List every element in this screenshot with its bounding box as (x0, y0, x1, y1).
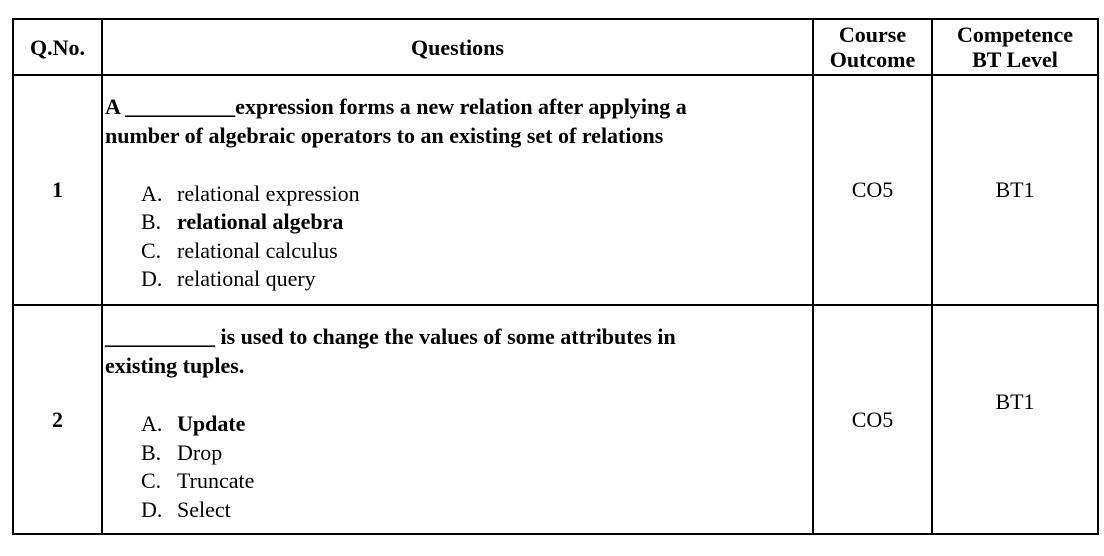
question-cell: __________ is used to change the values … (101, 304, 814, 535)
option-text: Drop (177, 439, 223, 465)
question-number: 2 (12, 304, 103, 535)
option-letter: B. (141, 439, 162, 465)
option-b: B. relational algebra (141, 208, 812, 237)
option-letter: D. (141, 266, 163, 291)
header-qno: Q.No. (12, 18, 103, 76)
course-outcome-value: CO5 (851, 406, 894, 432)
question-row: 1 A __________expression forms a new rel… (12, 74, 1099, 306)
question-stem-line: A __________expression forms a new relat… (105, 93, 687, 119)
header-bt-level: Competence BT Level (931, 18, 1099, 76)
option-text: Update (177, 411, 246, 436)
question-cell: A __________expression forms a new relat… (101, 74, 814, 306)
option-a: A. Update (141, 410, 812, 439)
option-b: B. Drop (141, 439, 812, 468)
option-text: relational calculus (177, 237, 338, 263)
option-text: relational algebra (177, 209, 344, 234)
header-course-outcome: Course Outcome (812, 18, 933, 76)
question-stem: __________ is used to change the values … (105, 322, 812, 380)
bt-level: BT1 (931, 74, 1099, 306)
options-list: A. relational expression B. relational alg… (141, 180, 812, 294)
option-letter: C. (141, 237, 162, 263)
option-letter: A. (141, 411, 163, 436)
header-bt-line2: BT Level (972, 47, 1058, 72)
option-c: C. Truncate (141, 467, 812, 496)
question-row: 2 __________ is used to change the value… (12, 304, 1099, 535)
question-stem-line: number of algebraic operators to an exis… (105, 122, 664, 148)
course-outcome: CO5 (812, 304, 933, 535)
option-letter: A. (141, 180, 163, 206)
options-list: A. Update B. Drop C. Truncate D. Select (141, 410, 812, 524)
header-bt-line1: Competence (956, 22, 1074, 47)
option-letter: D. (141, 496, 163, 522)
question-stem: A __________expression forms a new relat… (105, 92, 812, 150)
question-stem-line: __________ is used to change the values … (105, 324, 676, 349)
question-number: 1 (12, 74, 103, 306)
option-letter: B. (141, 209, 162, 234)
option-text: Select (177, 496, 231, 522)
bt-level: BT1 (931, 304, 1099, 535)
option-a: A. relational expression (141, 180, 812, 209)
option-c: C. relational calculus (141, 237, 812, 266)
header-row: Q.No. Questions Course Outcome Competenc… (12, 18, 1099, 76)
option-d: D. Select (141, 496, 812, 525)
question-table: Q.No. Questions Course Outcome Competenc… (12, 18, 1099, 535)
option-text: Truncate (177, 468, 255, 493)
header-course-outcome-line1: Course (838, 22, 907, 47)
header-course-outcome-line2: Outcome (829, 47, 916, 72)
option-text: relational expression (177, 180, 360, 206)
question-stem-line: existing tuples. (105, 353, 245, 378)
option-text: relational query (177, 266, 316, 291)
option-d: D. relational query (141, 265, 812, 294)
option-letter: C. (141, 468, 162, 493)
header-questions: Questions (101, 18, 814, 76)
course-outcome: CO5 (812, 74, 933, 306)
bt-level-value: BT1 (995, 388, 1035, 414)
